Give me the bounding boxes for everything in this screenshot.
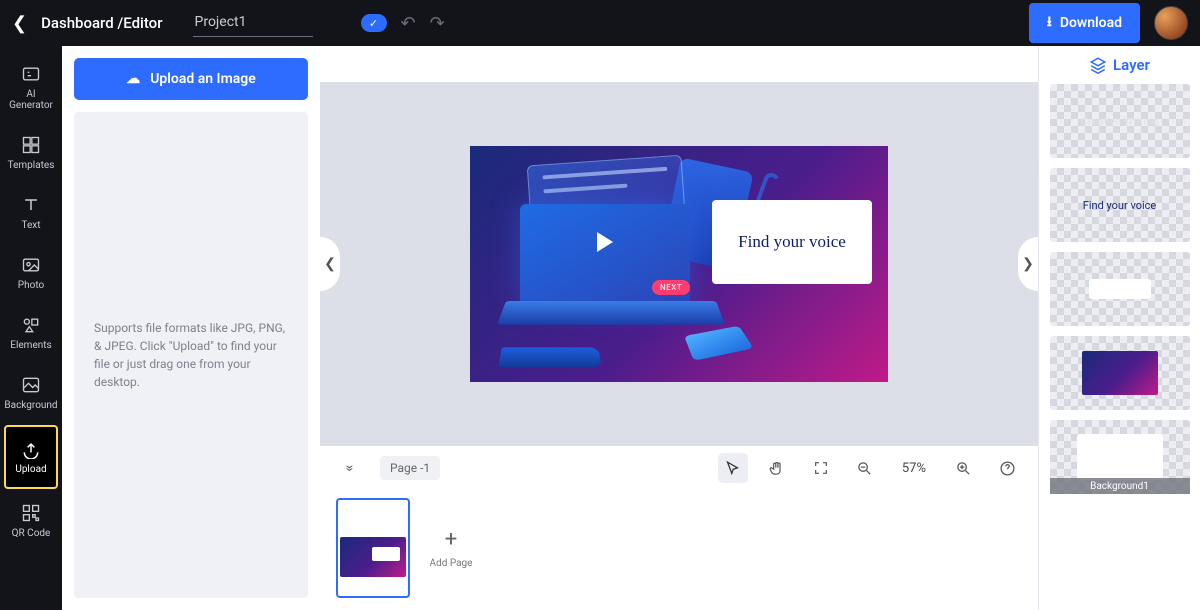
main-area: AI Generator Templates Text Photo Elemen… [0, 46, 1200, 610]
top-bar: ❮ Dashboard /Editor Project1 ✓ ↶ ↷ ⭳ Dow… [0, 0, 1200, 46]
rail-item-text[interactable]: Text [0, 183, 62, 243]
layer-item-image[interactable] [1050, 336, 1190, 410]
rail-label: Elements [10, 340, 51, 351]
page-indicator[interactable]: Page -1 [380, 456, 440, 480]
rail-item-background[interactable]: Background [0, 363, 62, 423]
layer-bg-preview [1077, 434, 1163, 480]
avatar[interactable] [1154, 6, 1188, 40]
rail-item-qrcode[interactable]: QR Code [0, 491, 62, 551]
layer-shape-preview [1089, 279, 1151, 299]
add-page-button[interactable]: + Add Page [424, 498, 478, 598]
play-icon [597, 232, 613, 252]
download-label: Download [1060, 15, 1122, 31]
rail-item-elements[interactable]: Elements [0, 303, 62, 363]
rail-label: Upload [15, 464, 46, 475]
collapse-pages-icon[interactable]: » [336, 453, 366, 483]
layer-item-background[interactable]: Background1 [1050, 420, 1190, 494]
rail-item-templates[interactable]: Templates [0, 123, 62, 183]
rail-label: AI Generator [9, 89, 53, 111]
rail-item-photo[interactable]: Photo [0, 243, 62, 303]
layer-item-text-1[interactable]: Creative Writing [1050, 84, 1190, 158]
redo-icon[interactable]: ↷ [430, 13, 445, 34]
upload-icon [21, 439, 41, 459]
breadcrumb[interactable]: Dashboard /Editor [41, 14, 162, 32]
fullscreen-tool[interactable] [806, 453, 836, 483]
templates-icon [21, 135, 41, 155]
rail-label: QR Code [12, 528, 51, 539]
artboard-book-shape [498, 347, 602, 367]
sync-status-icon[interactable]: ✓ [361, 14, 387, 32]
add-page-label: Add Page [430, 558, 473, 569]
artboard-next-pill: NEXT [652, 280, 690, 295]
pages-strip: + Add Page [320, 490, 1038, 610]
project-name-input[interactable]: Project1 [193, 10, 313, 37]
layer-item-shape[interactable] [1050, 252, 1190, 326]
zoom-value[interactable]: 57% [902, 461, 926, 476]
artboard-title: Find your voice [738, 232, 846, 252]
undo-icon[interactable]: ↶ [401, 13, 416, 34]
layer-bg-label: Background1 [1050, 478, 1190, 494]
upload-panel: ☁ Upload an Image Supports file formats … [62, 46, 320, 610]
back-icon[interactable]: ❮ [12, 13, 27, 34]
rail-label: Templates [8, 160, 55, 171]
artboard-subtitle: Creative Writing [757, 256, 844, 272]
zoom-out-icon[interactable] [850, 453, 880, 483]
upload-button-label: Upload an Image [150, 71, 256, 87]
rail-label: Photo [18, 280, 44, 291]
page-thumb-preview [340, 537, 406, 577]
text-icon [21, 195, 41, 215]
ai-icon [21, 64, 41, 84]
dropzone-hint: Supports file formats like JPG, PNG, & J… [94, 319, 288, 391]
layers-panel: Layer Creative Writing Find your voice B… [1038, 46, 1200, 610]
rail-label: Background [4, 400, 57, 411]
upload-image-button[interactable]: ☁ Upload an Image [74, 58, 308, 100]
layer-text: Creative Writing [1081, 115, 1158, 128]
rail-label: Text [21, 220, 40, 231]
canvas-wrap: ❮ ❯ NEXT Find your voice Creative Wr [320, 82, 1038, 446]
layers-header[interactable]: Layer [1089, 56, 1150, 74]
stage: ❮ ❯ NEXT Find your voice Creative Wr [320, 46, 1038, 610]
rail-item-upload[interactable]: Upload [4, 425, 58, 489]
zoom-in-icon[interactable] [948, 453, 978, 483]
cloud-upload-icon: ☁ [126, 71, 140, 87]
qrcode-icon [21, 503, 41, 523]
download-button[interactable]: ⭳ Download [1029, 3, 1140, 43]
photo-icon [21, 255, 41, 275]
help-icon[interactable] [992, 453, 1022, 483]
hand-tool[interactable] [762, 453, 792, 483]
stage-toolbar: » Page -1 57% [320, 446, 1038, 490]
canvas-top-spacer [320, 46, 1038, 82]
prev-page-arrow[interactable]: ❮ [320, 237, 340, 291]
download-icon: ⭳ [1047, 11, 1052, 35]
plus-icon: + [445, 527, 457, 552]
layers-title: Layer [1113, 56, 1150, 74]
next-page-arrow[interactable]: ❯ [1018, 237, 1038, 291]
artboard-laptop-shape: NEXT [506, 204, 716, 339]
elements-icon [21, 315, 41, 335]
left-rail: AI Generator Templates Text Photo Elemen… [0, 46, 62, 610]
artboard[interactable]: NEXT Find your voice Creative Writing [470, 146, 888, 382]
layer-text: Find your voice [1083, 199, 1156, 212]
layer-image-preview [1082, 351, 1158, 395]
layer-item-text-2[interactable]: Find your voice [1050, 168, 1190, 242]
cursor-tool[interactable] [718, 453, 748, 483]
rail-item-ai-generator[interactable]: AI Generator [0, 52, 62, 123]
page-thumb-1[interactable] [336, 498, 410, 598]
layers-icon [1089, 56, 1107, 74]
background-icon [21, 375, 41, 395]
upload-dropzone[interactable]: Supports file formats like JPG, PNG, & J… [74, 112, 308, 598]
